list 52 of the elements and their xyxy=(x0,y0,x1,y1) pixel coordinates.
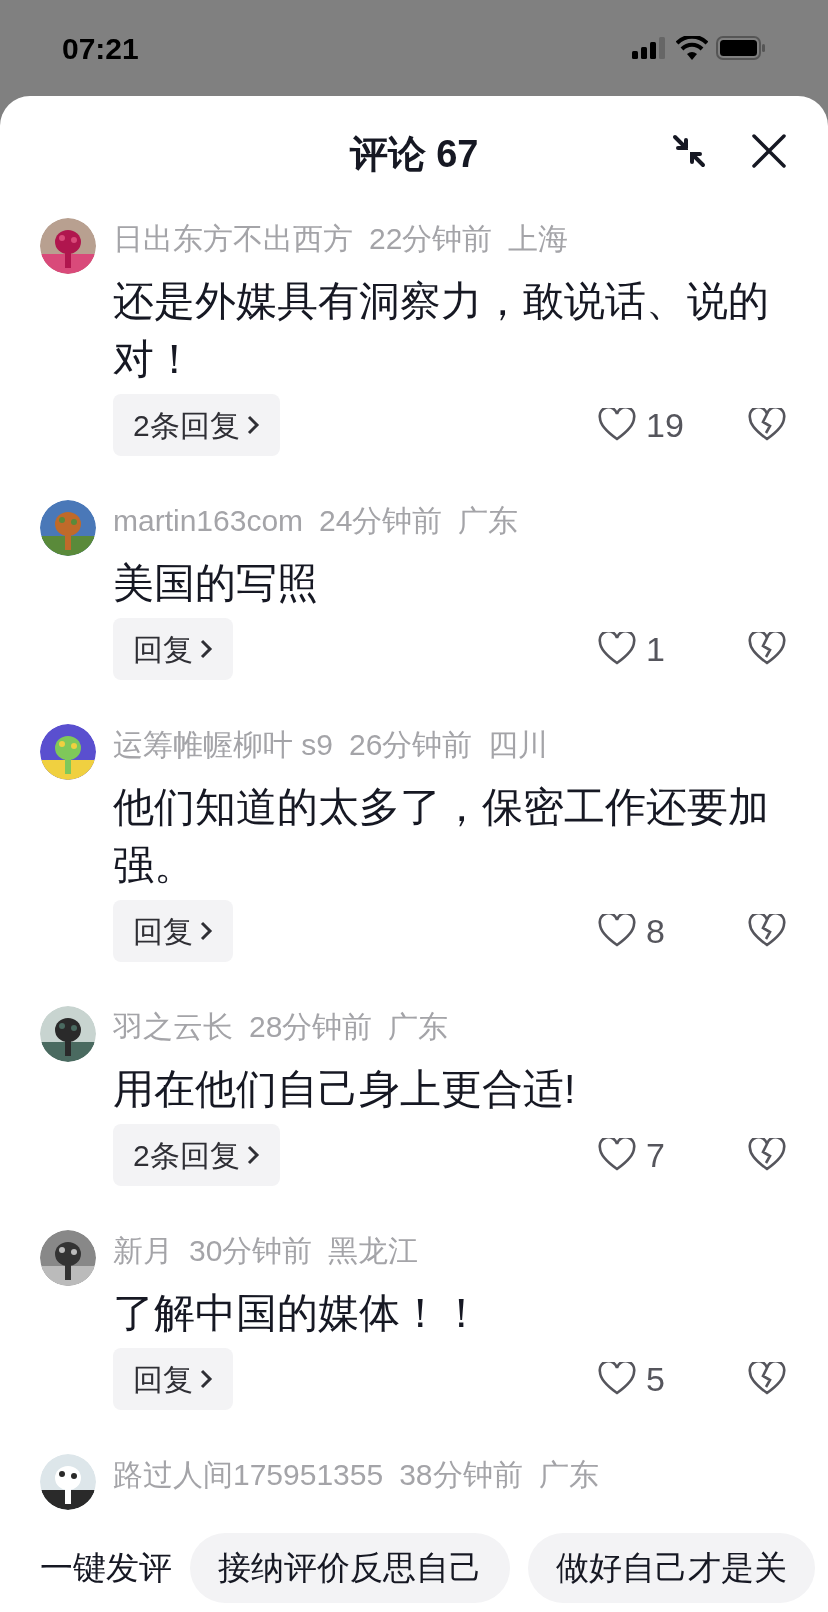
battery-icon xyxy=(716,36,766,60)
comment-time: 26分钟前 xyxy=(349,726,473,763)
heart-icon xyxy=(598,632,636,666)
like-button[interactable]: 8 xyxy=(598,905,708,957)
chevron-icon xyxy=(199,1368,213,1390)
comment-time: 24分钟前 xyxy=(319,502,443,539)
comment-location: 广东 xyxy=(458,502,519,539)
chevron-icon xyxy=(199,638,213,660)
like-button[interactable]: 19 xyxy=(598,399,708,451)
chevron-icon xyxy=(199,920,213,942)
wifi-icon xyxy=(676,36,708,60)
heart-icon xyxy=(598,1138,636,1172)
heart-icon xyxy=(598,1362,636,1396)
chevron-icon xyxy=(245,414,260,436)
sheet-title: 评论 67 xyxy=(349,131,479,177)
comment-time: 30分钟前 xyxy=(189,1232,313,1269)
comment-text: 美国的写照 xyxy=(113,559,319,608)
comment-time: 22分钟前 xyxy=(369,220,493,257)
comment-location: 上海 xyxy=(508,220,569,257)
replies-button[interactable]: 回复 xyxy=(113,900,233,962)
comment-text: 了解中国的媒体！！ xyxy=(113,1289,483,1338)
comment-location: 广东 xyxy=(388,1008,449,1045)
comment-text: 用在他们自己身上更合适! xyxy=(113,1065,577,1114)
replies-button[interactable]: 回复 xyxy=(113,1348,233,1410)
broken-heart-icon[interactable] xyxy=(748,632,786,666)
quick-comment-chip[interactable]: 接纳评价反思自己 xyxy=(190,1533,510,1603)
quick-comment-chip[interactable]: 做好自己才是关 xyxy=(528,1533,815,1603)
heart-icon xyxy=(598,408,636,442)
comment-location: 广东 xyxy=(538,1456,599,1493)
broken-heart-icon[interactable] xyxy=(748,1362,786,1396)
replies-button[interactable]: 回复 xyxy=(113,618,233,680)
clock-time: 07:21 xyxy=(62,30,139,67)
like-button[interactable]: 7 xyxy=(598,1129,708,1181)
signal-icon xyxy=(632,37,668,59)
broken-heart-icon[interactable] xyxy=(748,408,786,442)
comment-text: 还是外媒具有洞察力，敢说话、说的对！ xyxy=(113,277,770,384)
comment-location: 四川 xyxy=(488,726,549,763)
comment-text: 他们知道的太多了，保密工作还要加强。 xyxy=(113,783,770,890)
replies-button[interactable]: 2条回复 xyxy=(113,394,280,456)
comment-location: 黑龙江 xyxy=(328,1232,419,1269)
like-button[interactable]: 1 xyxy=(598,623,708,675)
broken-heart-icon[interactable] xyxy=(748,914,786,948)
replies-button[interactable]: 2条回复 xyxy=(113,1124,280,1186)
collapse-icon[interactable] xyxy=(672,134,706,168)
heart-icon xyxy=(598,914,636,948)
close-icon[interactable] xyxy=(752,134,786,168)
chevron-icon xyxy=(245,1144,260,1166)
like-button[interactable]: 5 xyxy=(598,1353,708,1405)
quick-comment-label: 一键发评 xyxy=(40,1548,172,1589)
comment-time: 28分钟前 xyxy=(249,1008,373,1045)
comment-time: 38分钟前 xyxy=(399,1456,523,1493)
broken-heart-icon[interactable] xyxy=(748,1138,786,1172)
